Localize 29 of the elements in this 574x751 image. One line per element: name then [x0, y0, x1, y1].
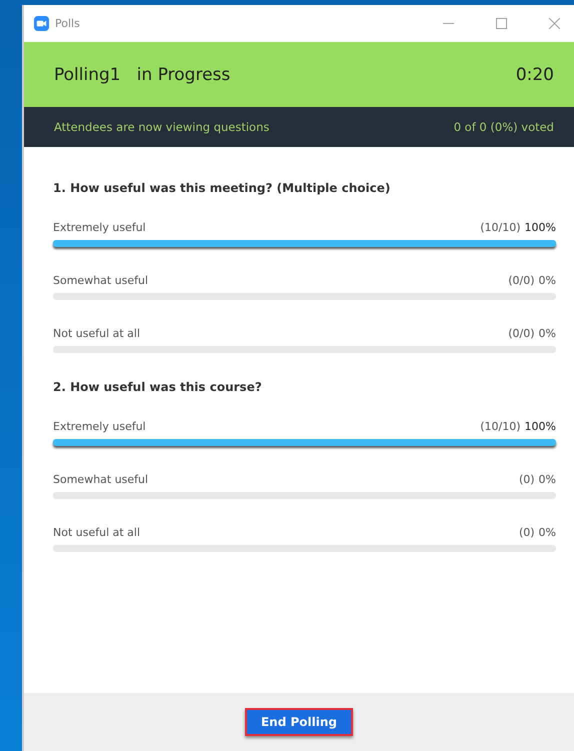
- answer-percent: 100%: [524, 420, 556, 433]
- question-title: 1. How useful was this meeting? (Multiple choice): [53, 181, 392, 195]
- answer-count: (0/0): [508, 327, 535, 340]
- answer-label: Extremely useful: [53, 221, 147, 234]
- question-title: 2. How useful was this course?: [53, 380, 263, 394]
- answer-count: (10/10): [480, 221, 521, 234]
- answer-label: Somewhat useful: [53, 473, 150, 486]
- answer-percent: 0%: [538, 473, 556, 486]
- answer-percent: 0%: [538, 526, 556, 539]
- end-polling-button[interactable]: End Polling: [244, 708, 354, 736]
- answer-percent: 100%: [524, 221, 556, 234]
- answer-label: Not useful at all: [53, 327, 142, 340]
- answer-label: Not useful at all: [53, 526, 142, 539]
- camera-icon: [34, 16, 49, 31]
- close-icon[interactable]: [549, 18, 560, 29]
- maximize-icon[interactable]: [496, 18, 507, 29]
- poll-timer: 0:20: [516, 64, 554, 84]
- poll-title: Polling1 in Progress: [54, 64, 230, 84]
- answer-count: (10/10): [480, 420, 521, 433]
- answer-count: (0/0): [508, 274, 535, 287]
- answer-label: Somewhat useful: [53, 274, 150, 287]
- vote-count: 0 of 0 (0%) voted: [454, 120, 554, 134]
- window-title: Polls: [55, 17, 80, 30]
- answer-percent: 0%: [538, 274, 556, 287]
- answer-count: (0): [518, 526, 535, 539]
- answer-label: Extremely useful: [53, 420, 147, 433]
- answer-count: (0): [518, 473, 535, 486]
- answer-percent: 0%: [538, 327, 556, 340]
- status-message: Attendees are now viewing questions: [54, 120, 270, 134]
